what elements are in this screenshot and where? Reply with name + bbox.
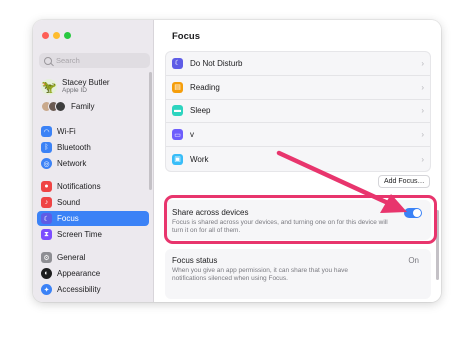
minimize-window-button[interactable] <box>53 32 60 39</box>
family-item[interactable]: Family <box>41 101 95 112</box>
focus-row-work[interactable]: ▣ Work › <box>166 147 430 171</box>
sidebar-scrollbar[interactable] <box>149 72 152 190</box>
appearance-icon: ◐ <box>41 268 52 279</box>
sidebar-item-label: Bluetooth <box>57 143 91 152</box>
sidebar-item-network[interactable]: ◎ Network <box>37 156 149 171</box>
user-name: Stacey Butler <box>62 78 110 87</box>
sidebar-item-focus[interactable]: ☾ Focus <box>37 211 149 226</box>
sidebar-item-general[interactable]: ⚙ General <box>37 250 149 265</box>
sidebar-item-label: Screen Time <box>57 230 102 239</box>
search-icon <box>44 56 52 65</box>
chevron-right-icon: › <box>421 106 424 116</box>
focus-row-sleep[interactable]: ▬ Sleep › <box>166 100 430 124</box>
laptop-icon: ▭ <box>172 129 183 141</box>
search-input[interactable] <box>56 56 136 65</box>
moon-icon: ☾ <box>41 213 52 224</box>
status-description: When you give an app permission, it can … <box>172 267 348 282</box>
sidebar-item-bluetooth[interactable]: ᛒ Bluetooth <box>37 140 149 155</box>
badge-icon: ▣ <box>172 153 183 165</box>
search-field[interactable] <box>39 53 150 68</box>
sidebar-item-appearance[interactable]: ◐ Appearance <box>37 266 149 281</box>
chevron-right-icon: › <box>421 130 424 140</box>
main-pane: Focus ☾ Do Not Disturb › ▤ Reading › ▬ S… <box>154 20 441 302</box>
chevron-right-icon: › <box>421 82 424 92</box>
network-icon: ◎ <box>41 158 52 169</box>
sidebar-item-label: General <box>57 253 86 262</box>
highlight-box <box>164 195 437 244</box>
sidebar-item-label: Notifications <box>57 182 101 191</box>
sidebar-item-label: Sound <box>57 198 81 207</box>
sidebar-item-accessibility[interactable]: ✦ Accessibility <box>37 282 149 297</box>
bed-icon: ▬ <box>172 105 183 117</box>
status-title: Focus status <box>172 256 218 265</box>
family-label: Family <box>71 102 95 111</box>
sidebar-item-sound[interactable]: ♪ Sound <box>37 195 149 210</box>
focus-row-label: v <box>190 130 194 140</box>
bell-icon: ● <box>41 181 52 192</box>
gear-icon: ⚙ <box>41 252 52 263</box>
status-value: On <box>408 256 419 265</box>
focus-row-label: Work <box>190 154 209 164</box>
page-title: Focus <box>172 31 200 42</box>
user-subtitle: Apple ID <box>62 87 87 94</box>
sidebar-item-screen-time[interactable]: ⧗ Screen Time <box>37 227 149 242</box>
bluetooth-icon: ᛒ <box>41 142 52 153</box>
sidebar-item-label: Wi-Fi <box>57 127 76 136</box>
hourglass-icon: ⧗ <box>41 229 52 240</box>
focus-row-do-not-disturb[interactable]: ☾ Do Not Disturb › <box>166 52 430 76</box>
chevron-right-icon: › <box>421 58 424 68</box>
settings-window: 🦖 Stacey Butler Apple ID Family ◠ Wi-Fi … <box>33 20 441 302</box>
moon-icon: ☾ <box>172 57 183 69</box>
focus-row-label: Reading <box>190 82 220 92</box>
sidebar: 🦖 Stacey Butler Apple ID Family ◠ Wi-Fi … <box>33 20 154 302</box>
book-icon: ▤ <box>172 81 183 93</box>
family-avatar-3 <box>55 101 66 112</box>
focus-row-label: Do Not Disturb <box>190 58 243 68</box>
sidebar-item-label: Network <box>57 159 87 168</box>
focus-status-section[interactable]: Focus status On When you give an app per… <box>165 249 431 299</box>
add-focus-button[interactable]: Add Focus… <box>378 175 431 188</box>
avatar: 🦖 <box>41 78 57 95</box>
close-window-button[interactable] <box>42 32 49 39</box>
focus-row-label: Sleep <box>190 106 211 116</box>
accessibility-icon: ✦ <box>41 284 52 295</box>
focus-row-v[interactable]: ▭ v › <box>166 123 430 148</box>
chevron-right-icon: › <box>421 154 424 164</box>
wifi-icon: ◠ <box>41 126 52 137</box>
apple-id-account[interactable]: 🦖 Stacey Butler Apple ID <box>41 78 110 95</box>
zoom-window-button[interactable] <box>64 32 71 39</box>
focus-row-reading[interactable]: ▤ Reading › <box>166 76 430 100</box>
speaker-icon: ♪ <box>41 197 52 208</box>
sidebar-item-label: Focus <box>57 214 79 223</box>
focus-mode-list: ☾ Do Not Disturb › ▤ Reading › ▬ Sleep ›… <box>165 51 431 172</box>
sidebar-item-label: Accessibility <box>57 285 101 294</box>
sidebar-item-wifi[interactable]: ◠ Wi-Fi <box>37 124 149 139</box>
sidebar-item-notifications[interactable]: ● Notifications <box>37 179 149 194</box>
sidebar-item-label: Appearance <box>57 269 101 278</box>
